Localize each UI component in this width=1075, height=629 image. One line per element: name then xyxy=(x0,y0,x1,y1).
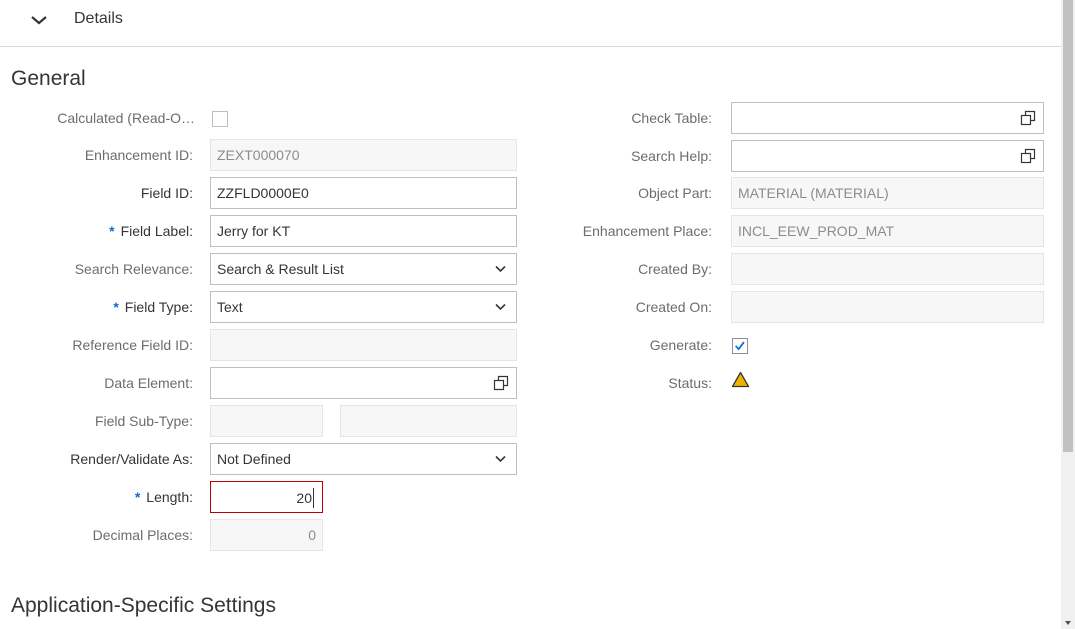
label-search-help: Search Help: xyxy=(631,148,712,164)
label-field-label: *Field Label: xyxy=(109,223,193,239)
required-asterisk: * xyxy=(109,223,114,239)
label-field-type: *Field Type: xyxy=(113,299,193,315)
calculated-checkbox[interactable] xyxy=(212,111,228,127)
label-object-part: Object Part: xyxy=(638,185,712,201)
required-asterisk: * xyxy=(113,299,118,315)
search-help-input[interactable] xyxy=(731,140,1044,172)
field-sub-type-field-1 xyxy=(210,405,323,437)
label-status: Status: xyxy=(668,375,712,391)
chevron-down-icon xyxy=(495,303,506,311)
label-created-by: Created By: xyxy=(638,261,712,277)
enhancement-id-field: ZEXT000070 xyxy=(210,139,517,171)
render-validate-select[interactable]: Not Defined xyxy=(210,443,517,475)
scrollbar-thumb[interactable] xyxy=(1063,0,1073,452)
value-help-icon[interactable] xyxy=(1020,148,1036,164)
object-part-field: MATERIAL (MATERIAL) xyxy=(731,177,1044,209)
generate-checkbox[interactable] xyxy=(732,338,748,354)
label-data-element: Data Element: xyxy=(104,375,193,391)
chevron-down-icon xyxy=(495,265,506,273)
label-render-validate: Render/Validate As: xyxy=(70,451,193,467)
data-element-input[interactable] xyxy=(210,367,517,399)
label-created-on: Created On: xyxy=(636,299,712,315)
length-input[interactable]: 20 xyxy=(210,481,323,513)
reference-field-id-field xyxy=(210,329,517,361)
details-panel-header[interactable]: Details xyxy=(0,0,1061,47)
warning-triangle-icon xyxy=(731,371,750,388)
label-length: *Length: xyxy=(135,489,193,505)
section-title-general: General xyxy=(11,67,86,91)
enhancement-place-field: INCL_EEW_PROD_MAT xyxy=(731,215,1044,247)
check-table-input[interactable] xyxy=(731,102,1044,134)
value-help-icon[interactable] xyxy=(1020,110,1036,126)
chevron-down-icon[interactable] xyxy=(30,11,48,29)
label-enhancement-place: Enhancement Place: xyxy=(583,223,712,239)
field-id-input[interactable]: ZZFLD0000E0 xyxy=(210,177,517,209)
created-by-field xyxy=(731,253,1044,285)
chevron-down-icon xyxy=(495,455,506,463)
label-search-relevance: Search Relevance: xyxy=(75,261,193,277)
label-enhancement-id: Enhancement ID: xyxy=(85,147,193,163)
value-help-icon[interactable] xyxy=(493,375,509,391)
scroll-down-arrow-icon[interactable] xyxy=(1062,616,1074,628)
label-check-table: Check Table: xyxy=(631,110,712,126)
search-relevance-select[interactable]: Search & Result List xyxy=(210,253,517,285)
field-sub-type-field-2 xyxy=(340,405,517,437)
label-field-id: Field ID: xyxy=(141,185,193,201)
panel-title: Details xyxy=(74,10,123,28)
label-calculated: Calculated (Read-O… xyxy=(57,110,195,126)
field-label-input[interactable]: Jerry for KT xyxy=(210,215,517,247)
checkmark-icon xyxy=(733,339,747,353)
section-title-application-settings: Application-Specific Settings xyxy=(11,594,276,618)
field-type-select[interactable]: Text xyxy=(210,291,517,323)
label-field-sub-type: Field Sub-Type: xyxy=(95,413,193,429)
label-decimal-places: Decimal Places: xyxy=(93,527,193,543)
created-on-field xyxy=(731,291,1044,323)
decimal-places-field: 0 xyxy=(210,519,323,551)
label-generate: Generate: xyxy=(650,337,712,353)
required-asterisk: * xyxy=(135,489,140,505)
label-reference-field-id: Reference Field ID: xyxy=(72,337,193,353)
